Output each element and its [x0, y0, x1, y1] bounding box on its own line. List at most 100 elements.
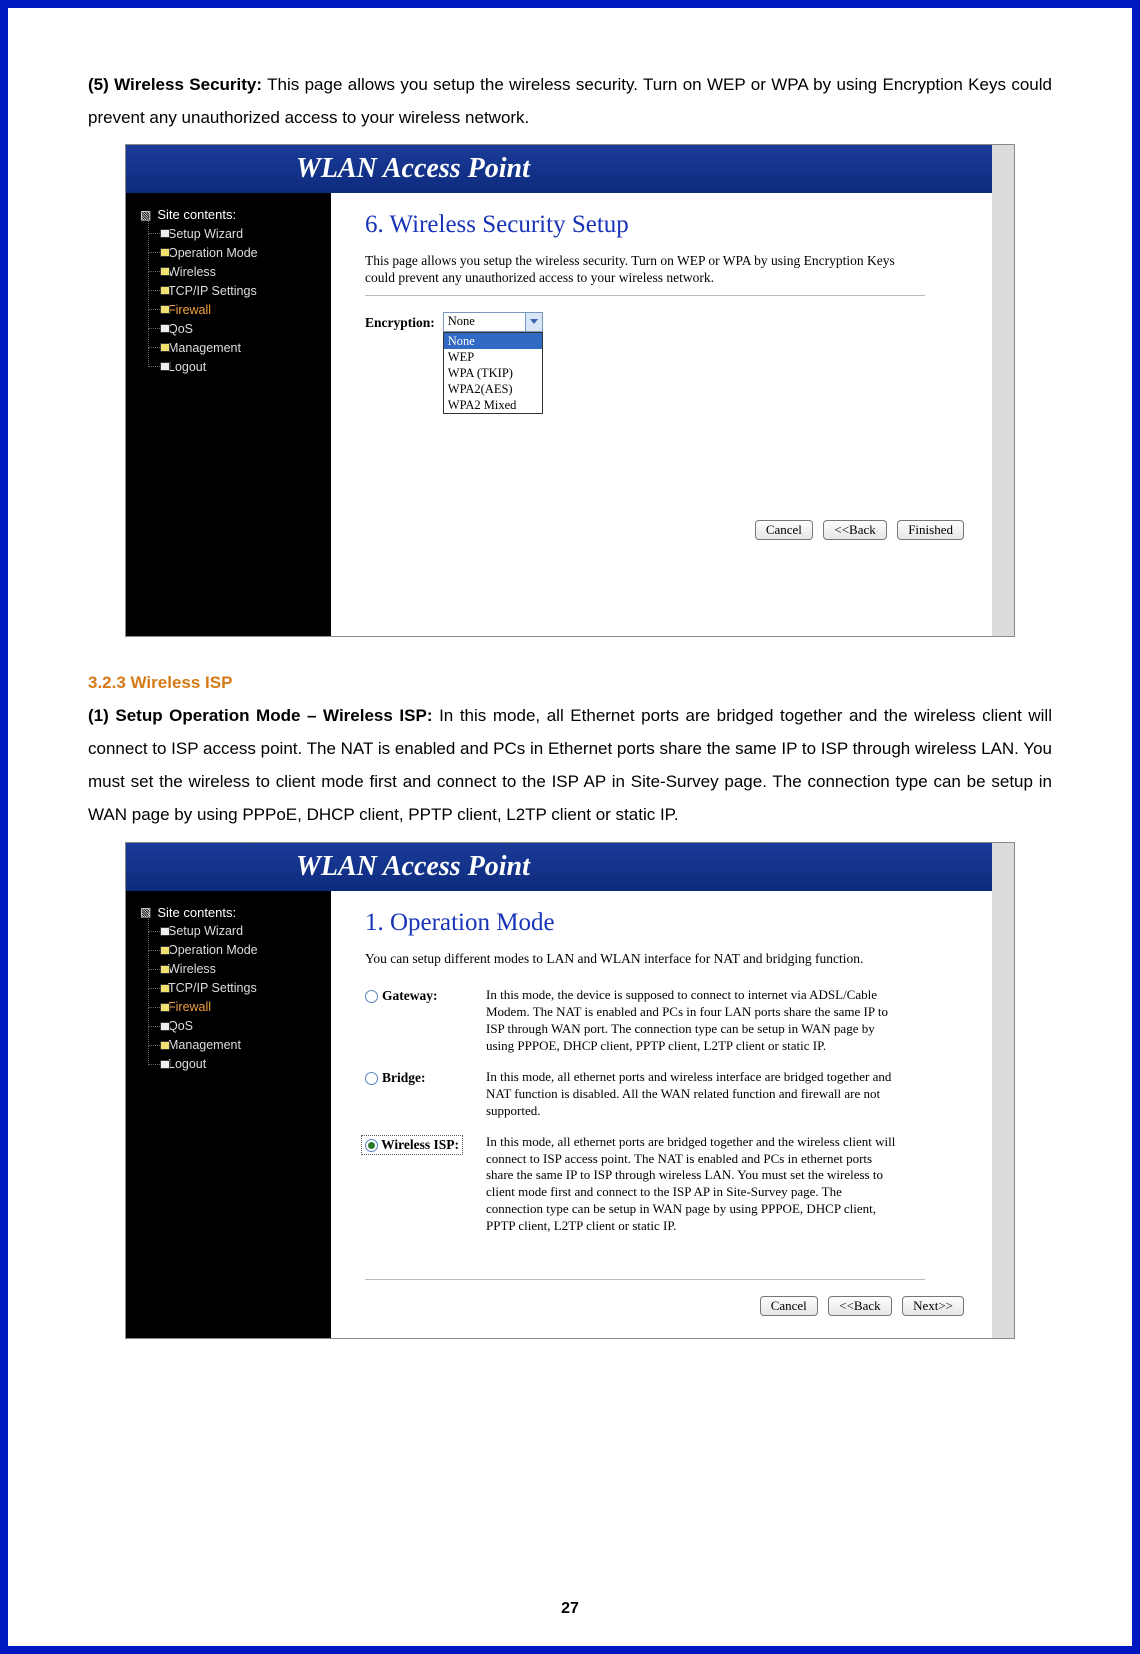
- app-banner: WLAN Access Point: [126, 145, 1014, 193]
- paragraph-bold-prefix: (1) Setup Operation Mode – Wireless ISP:: [88, 706, 432, 725]
- encryption-label: Encryption:: [365, 312, 435, 331]
- sidebar-item[interactable]: Management: [144, 1036, 325, 1055]
- folder-icon: [160, 286, 170, 295]
- mode-row: Wireless ISP:In this mode, all ethernet …: [365, 1134, 992, 1235]
- sidebar: ▧ Site contents: Setup Wizard Operation M…: [126, 193, 331, 636]
- sidebar-root: ▧ Site contents:: [140, 207, 325, 222]
- radio-button[interactable]: [365, 1139, 378, 1152]
- radio-button[interactable]: [365, 990, 378, 1003]
- folder-icon: [160, 1041, 170, 1050]
- encryption-dropdown-list[interactable]: NoneWEPWPA (TKIP)WPA2(AES)WPA2 Mixed: [443, 332, 543, 414]
- next-button[interactable]: Next>>: [902, 1296, 964, 1316]
- sidebar-item-label: Management: [168, 1038, 241, 1052]
- finished-button[interactable]: Finished: [897, 520, 964, 540]
- screenshot-wireless-security: WLAN Access Point ▧ Site contents: Setup…: [125, 144, 1015, 637]
- sidebar-item[interactable]: Operation Mode: [144, 243, 325, 262]
- sidebar-item[interactable]: Operation Mode: [144, 941, 325, 960]
- sidebar-item[interactable]: Wireless: [144, 262, 325, 281]
- mode-radio-cell[interactable]: Wireless ISP:: [365, 1134, 470, 1155]
- mode-name: Gateway:: [382, 988, 437, 1004]
- sidebar-item[interactable]: TCP/IP Settings: [144, 281, 325, 300]
- dropdown-option[interactable]: WPA2 Mixed: [444, 397, 542, 413]
- dropdown-option[interactable]: WPA2(AES): [444, 381, 542, 397]
- sidebar-item-label: TCP/IP Settings: [168, 981, 257, 995]
- folder-icon: [160, 1022, 170, 1031]
- radio-button[interactable]: [365, 1072, 378, 1085]
- page-description: This page allows you setup the wireless …: [365, 253, 925, 287]
- sidebar-item[interactable]: Wireless: [144, 960, 325, 979]
- sidebar-item-label: Operation Mode: [168, 246, 258, 260]
- folder-icon: [160, 324, 170, 333]
- folder-icon: [160, 927, 170, 936]
- cancel-button[interactable]: Cancel: [755, 520, 813, 540]
- dropdown-option[interactable]: None: [444, 333, 542, 349]
- back-button[interactable]: <<Back: [823, 520, 886, 540]
- sidebar-root-label: Site contents:: [157, 207, 236, 222]
- page-title: 6. Wireless Security Setup: [365, 211, 992, 239]
- cancel-button[interactable]: Cancel: [760, 1296, 818, 1316]
- sidebar-item[interactable]: Firewall: [144, 998, 325, 1017]
- sidebar-root-label: Site contents:: [157, 905, 236, 920]
- page-number: 27: [8, 1600, 1132, 1618]
- folder-icon: [160, 984, 170, 993]
- dropdown-option[interactable]: WPA (TKIP): [444, 365, 542, 381]
- sidebar-item[interactable]: QoS: [144, 319, 325, 338]
- screenshot-operation-mode: WLAN Access Point ▧ Site contents: Setup…: [125, 842, 1015, 1339]
- page-title: 1. Operation Mode: [365, 909, 992, 937]
- paragraph-bold-prefix: (5) Wireless Security:: [88, 75, 262, 94]
- folder-icon: [160, 965, 170, 974]
- dropdown-selected-value: None: [448, 314, 475, 328]
- sidebar-item[interactable]: TCP/IP Settings: [144, 979, 325, 998]
- paragraph-wireless-isp: (1) Setup Operation Mode – Wireless ISP:…: [88, 699, 1052, 832]
- sidebar-item-label: Setup Wizard: [168, 924, 243, 938]
- folder-icon: [160, 248, 170, 257]
- divider: [365, 1279, 925, 1280]
- folder-icon: [160, 1003, 170, 1012]
- mode-row: Bridge:In this mode, all ethernet ports …: [365, 1069, 992, 1120]
- sidebar-item[interactable]: Setup Wizard: [144, 922, 325, 941]
- folder-icon: [160, 1060, 170, 1069]
- mode-name: Wireless ISP:: [381, 1137, 459, 1152]
- mode-radio-cell[interactable]: Gateway:: [365, 987, 470, 1004]
- folder-icon: [160, 343, 170, 352]
- sidebar-root: ▧ Site contents:: [140, 905, 325, 920]
- content-area: 1. Operation Mode You can setup differen…: [331, 891, 1014, 1338]
- folder-icon: [160, 305, 170, 314]
- sidebar-item-label: Operation Mode: [168, 943, 258, 957]
- sidebar-item-label: Firewall: [168, 1000, 211, 1014]
- scrollbar-track[interactable]: [995, 911, 1010, 1318]
- sidebar-item[interactable]: QoS: [144, 1017, 325, 1036]
- folder-icon: [160, 267, 170, 276]
- sidebar-item-label: Wireless: [168, 962, 216, 976]
- divider: [365, 295, 925, 296]
- sidebar-item-label: QoS: [168, 1019, 193, 1033]
- sidebar-item-label: Management: [168, 341, 241, 355]
- sidebar-item[interactable]: Setup Wizard: [144, 224, 325, 243]
- folder-icon: [160, 362, 170, 371]
- sidebar-item[interactable]: Logout: [144, 1055, 325, 1074]
- sidebar-item[interactable]: Logout: [144, 357, 325, 376]
- sidebar-item[interactable]: Management: [144, 338, 325, 357]
- sidebar-item-label: Firewall: [168, 303, 211, 317]
- mode-row: Gateway: In this mode, the device is supp…: [365, 987, 992, 1055]
- mode-description: In this mode, the device is supposed to …: [486, 987, 896, 1055]
- dropdown-option[interactable]: WEP: [444, 349, 542, 365]
- sidebar-item-label: TCP/IP Settings: [168, 284, 257, 298]
- section-heading: 3.2.3 Wireless ISP: [88, 673, 1052, 693]
- encryption-dropdown[interactable]: None: [443, 312, 543, 332]
- app-banner: WLAN Access Point: [126, 843, 1014, 891]
- sidebar-item-label: QoS: [168, 322, 193, 336]
- chevron-down-icon: [530, 319, 538, 324]
- mode-radio-cell[interactable]: Bridge:: [365, 1069, 470, 1086]
- sidebar-item-label: Logout: [168, 360, 206, 374]
- scroll-down-button[interactable]: [995, 1320, 1010, 1335]
- paragraph-wireless-security: (5) Wireless Security: This page allows …: [88, 68, 1052, 134]
- scrollbar-thumb[interactable]: [995, 911, 1010, 1151]
- sidebar-item-label: Logout: [168, 1057, 206, 1071]
- mode-name: Bridge:: [382, 1070, 426, 1086]
- scroll-up-button[interactable]: [995, 894, 1010, 909]
- back-button[interactable]: <<Back: [828, 1296, 891, 1316]
- sidebar-item-label: Wireless: [168, 265, 216, 279]
- sidebar-item[interactable]: Firewall: [144, 300, 325, 319]
- folder-icon: [160, 229, 170, 238]
